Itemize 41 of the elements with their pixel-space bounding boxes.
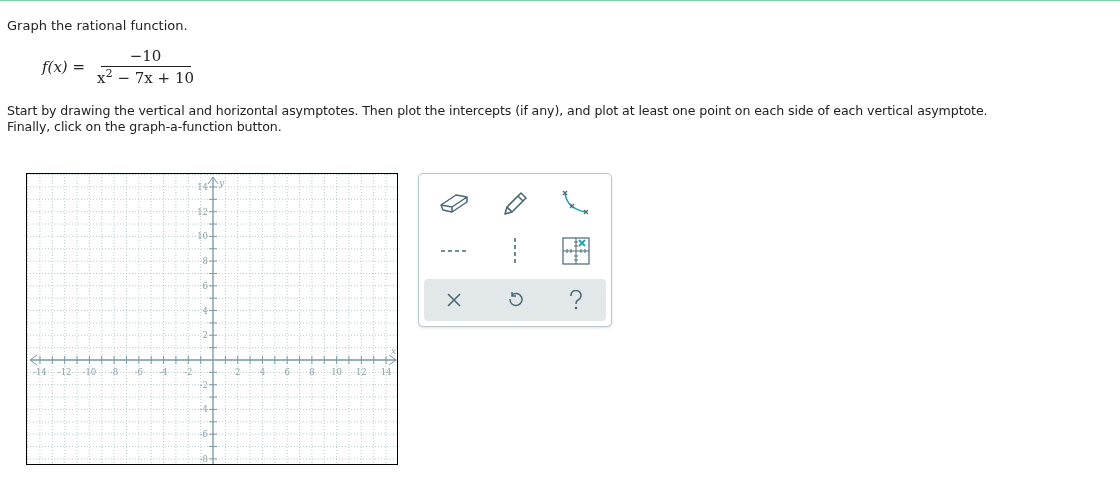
x-tick-label: 12 — [355, 366, 367, 377]
x-tick-label: 10 — [331, 366, 342, 377]
x-tick-label: -10 — [82, 366, 97, 377]
y-tick-label: 4 — [202, 305, 208, 316]
x-tick-label: 8 — [309, 366, 315, 377]
coordinate-grid[interactable]: -14 -12 -10 -8 -6 -4 -2 2 4 6 8 10 12 14 14 12 10 8 6 4 2 -2 -4 -6 -8 x y — [26, 172, 398, 465]
x-tick-label: 2 — [235, 366, 241, 377]
direction-text: Finally, click on the graph-a-function button. — [7, 118, 283, 135]
x-tick-label: -8 — [110, 366, 119, 377]
curve-icon — [560, 188, 591, 217]
help-icon — [568, 289, 583, 310]
x-axis-label: x — [391, 345, 397, 356]
x-tick-label: -4 — [159, 366, 168, 377]
grid-point-icon — [561, 236, 590, 265]
y-tick-label: 14 — [197, 181, 208, 192]
y-tick-label: 10 — [197, 230, 208, 241]
undo-icon — [507, 290, 523, 309]
dashed-horizontal-line-icon — [441, 248, 468, 253]
instruction-text: Graph the rational function. — [7, 17, 189, 35]
direction-text: Start by drawing the vertical and horizontal asymptotes. Then plot the intercepts (if any), and plot at least one point on each side of each vertical asymptote. — [7, 102, 989, 119]
numerator: −10 — [128, 45, 163, 66]
y-tick-label: -6 — [199, 428, 208, 439]
y-tick-label: 8 — [202, 255, 208, 266]
dashed-vertical-line-icon — [513, 237, 517, 264]
denominator: x$^{2}$ − 7x + 10 — [96, 66, 195, 89]
y-axis-label: y — [219, 177, 225, 188]
x-tick-label: 4 — [259, 366, 266, 377]
close-icon — [447, 292, 462, 307]
x-tick-label: 6 — [284, 366, 290, 377]
x-tick-label: -2 — [184, 366, 193, 377]
x-tick-label: 14 — [380, 366, 392, 377]
x-tick-label: -6 — [134, 366, 143, 377]
y-tick-label: -8 — [199, 453, 208, 464]
y-tick-label: 12 — [197, 206, 208, 217]
y-tick-label: -2 — [199, 379, 208, 390]
y-tick-label: 2 — [202, 329, 208, 340]
x-tick-label: -12 — [57, 366, 72, 377]
function-name: f(x) = — [42, 56, 86, 78]
x-tick-label: -14 — [33, 366, 47, 377]
y-tick-label: 6 — [202, 280, 208, 291]
y-tick-label: -4 — [199, 403, 208, 414]
